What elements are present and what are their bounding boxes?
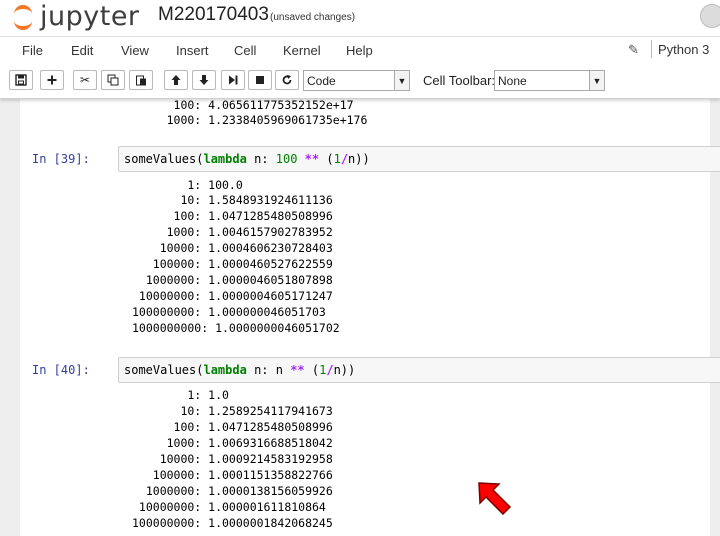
output-line: 100: 1.0471285480508996 xyxy=(132,209,333,223)
red-arrow-pointer-icon xyxy=(478,482,512,515)
menu-bar: File Edit View Insert Cell Kernel Help xyxy=(0,36,720,65)
output-line: 100: 4.065611775352152e+17 xyxy=(132,98,354,112)
code-input-cell-39[interactable]: someValues(lambda n: 100 ** (1/n)) xyxy=(118,146,720,172)
jupyter-logo-icon xyxy=(14,3,34,30)
jupyter-logo[interactable]: jupyter xyxy=(14,0,140,32)
arrow-up-icon[interactable] xyxy=(164,70,188,90)
pencil-icon[interactable]: ✎ xyxy=(628,42,639,58)
cell-prompt: In [39]: xyxy=(32,152,90,166)
main-toolbar: ✂ Code ▼ None ▼ xyxy=(0,66,720,96)
output-line: 100000000: 1.000000046051703 xyxy=(132,305,326,319)
plus-icon[interactable] xyxy=(40,70,64,90)
output-line: 1000000: 1.0000138156059926 xyxy=(132,484,333,498)
kernel-separator xyxy=(651,40,652,58)
output-line: 100: 1.0471285480508996 xyxy=(132,420,333,434)
chevron-down-icon: ▼ xyxy=(589,71,604,90)
user-avatar-icon[interactable] xyxy=(700,4,720,28)
step-run-icon[interactable] xyxy=(221,70,245,90)
notebook-header: jupyter M220170403 (unsaved changes) Fil… xyxy=(0,0,720,99)
cut-icon[interactable]: ✂ xyxy=(73,70,97,90)
kernel-indicator[interactable]: Python 3 xyxy=(658,42,709,57)
menu-help[interactable]: Help xyxy=(346,43,373,58)
stop-icon[interactable] xyxy=(248,70,272,90)
save-icon[interactable] xyxy=(9,70,33,90)
cell-type-value: Code xyxy=(307,74,336,88)
code-text: someValues(lambda n: 100 ** (1/n)) xyxy=(124,152,370,166)
output-line: 1000: 1.0046157902783952 xyxy=(132,225,333,239)
notebook-container[interactable]: 100: 4.065611775352152e+17 1000: 1.23384… xyxy=(0,98,720,536)
copy-icon[interactable] xyxy=(101,70,125,90)
code-text: someValues(lambda n: n ** (1/n)) xyxy=(124,363,356,377)
logo-text: jupyter xyxy=(40,0,140,32)
cell-toolbar-select[interactable]: None ▼ xyxy=(494,70,605,91)
menu-file[interactable]: File xyxy=(22,43,43,58)
notebook-page: 100: 4.065611775352152e+17 1000: 1.23384… xyxy=(20,98,720,536)
notebook-name[interactable]: M220170403 xyxy=(158,4,269,26)
menu-view[interactable]: View xyxy=(121,43,149,58)
paste-icon[interactable] xyxy=(129,70,153,90)
cell-toolbar-label: Cell Toolbar: xyxy=(423,73,496,88)
output-line: 10: 1.2589254117941673 xyxy=(132,404,333,418)
output-line: 1000000000: 1.0000000046051702 xyxy=(132,321,340,335)
output-line: 1: 1.0 xyxy=(132,388,229,402)
output-line: 100000: 1.0001151358822766 xyxy=(132,468,333,482)
output-line: 10000000: 1.000001611810864 xyxy=(132,500,326,514)
chevron-down-icon: ▼ xyxy=(394,71,409,90)
menu-kernel[interactable]: Kernel xyxy=(283,43,321,58)
restart-icon[interactable] xyxy=(275,70,299,90)
output-line: 10000: 1.0009214583192958 xyxy=(132,452,333,466)
cell-toolbar-value: None xyxy=(498,74,527,88)
arrow-down-icon[interactable] xyxy=(192,70,216,90)
menu-edit[interactable]: Edit xyxy=(71,43,93,58)
output-line: 1000: 1.0069316688518042 xyxy=(132,436,333,450)
code-input-cell-40[interactable]: someValues(lambda n: n ** (1/n)) xyxy=(118,357,720,383)
output-line: 1000000: 1.0000046051807898 xyxy=(132,273,333,287)
output-line: 10: 1.5848931924611136 xyxy=(132,193,333,207)
output-line: 100000: 1.0000460527622559 xyxy=(132,257,333,271)
output-line: 1: 100.0 xyxy=(132,178,243,192)
cell-type-select[interactable]: Code ▼ xyxy=(303,70,410,91)
save-status: (unsaved changes) xyxy=(270,12,356,23)
output-line: 10000000: 1.0000004605171247 xyxy=(132,289,333,303)
menu-insert[interactable]: Insert xyxy=(176,43,209,58)
output-line: 10000: 1.0004606230728403 xyxy=(132,241,333,255)
output-line: 1000: 1.2338405969061735e+176 xyxy=(132,113,368,127)
output-line: 100000000: 1.0000001842068245 xyxy=(132,516,333,530)
cell-prompt: In [40]: xyxy=(32,363,90,377)
menu-cell[interactable]: Cell xyxy=(234,43,256,58)
